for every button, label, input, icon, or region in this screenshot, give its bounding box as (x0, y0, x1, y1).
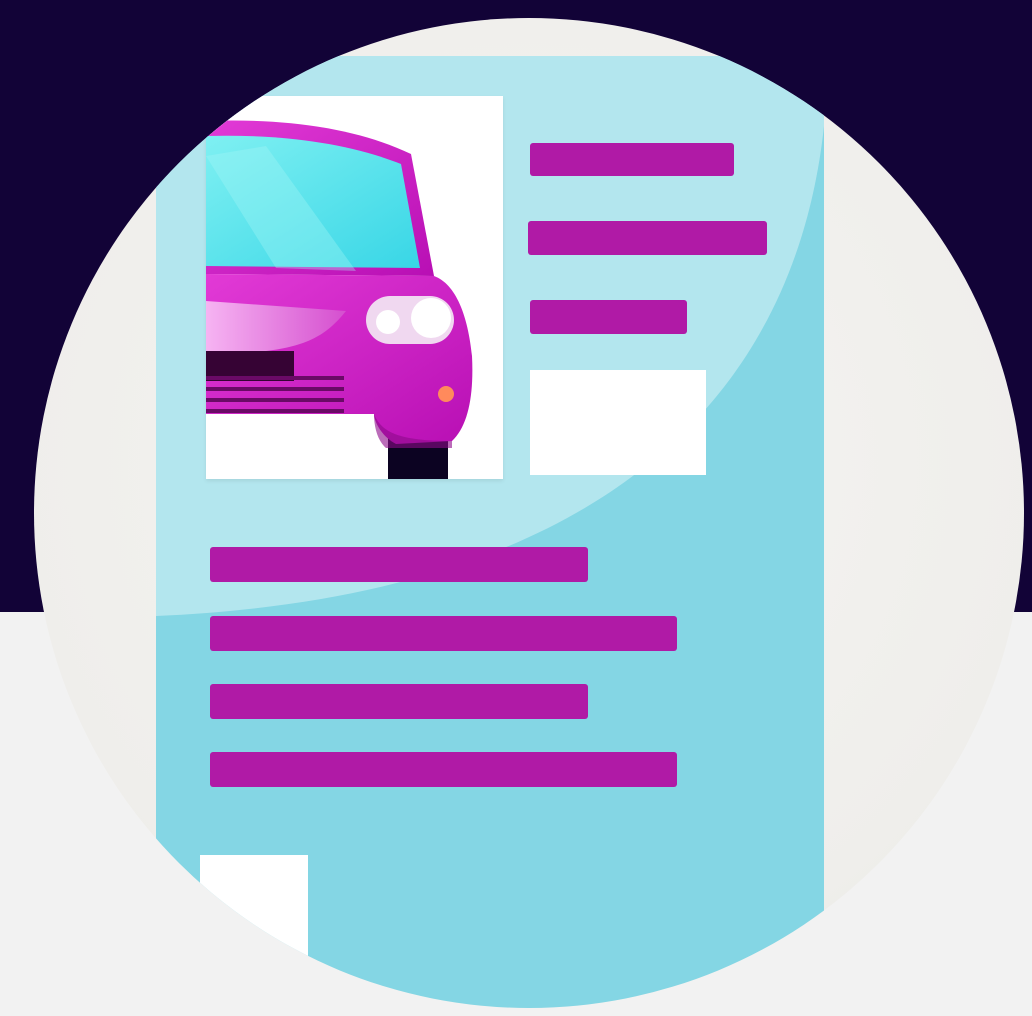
text-line (210, 752, 677, 787)
text-line (530, 143, 734, 176)
text-line (530, 300, 687, 334)
background-circle (34, 18, 1024, 1008)
footer-placeholder-box (200, 855, 308, 1008)
text-line (210, 616, 677, 651)
placeholder-box (530, 370, 706, 475)
indicator-light (438, 386, 454, 402)
text-line (210, 684, 588, 719)
illustration-stage (0, 0, 1032, 1016)
headlight-right (411, 298, 451, 338)
text-line (210, 547, 588, 582)
car-photo-frame (206, 96, 503, 479)
document-card (156, 56, 824, 1008)
headlight-left (376, 310, 400, 334)
car-icon (206, 120, 473, 479)
text-line (528, 221, 767, 255)
